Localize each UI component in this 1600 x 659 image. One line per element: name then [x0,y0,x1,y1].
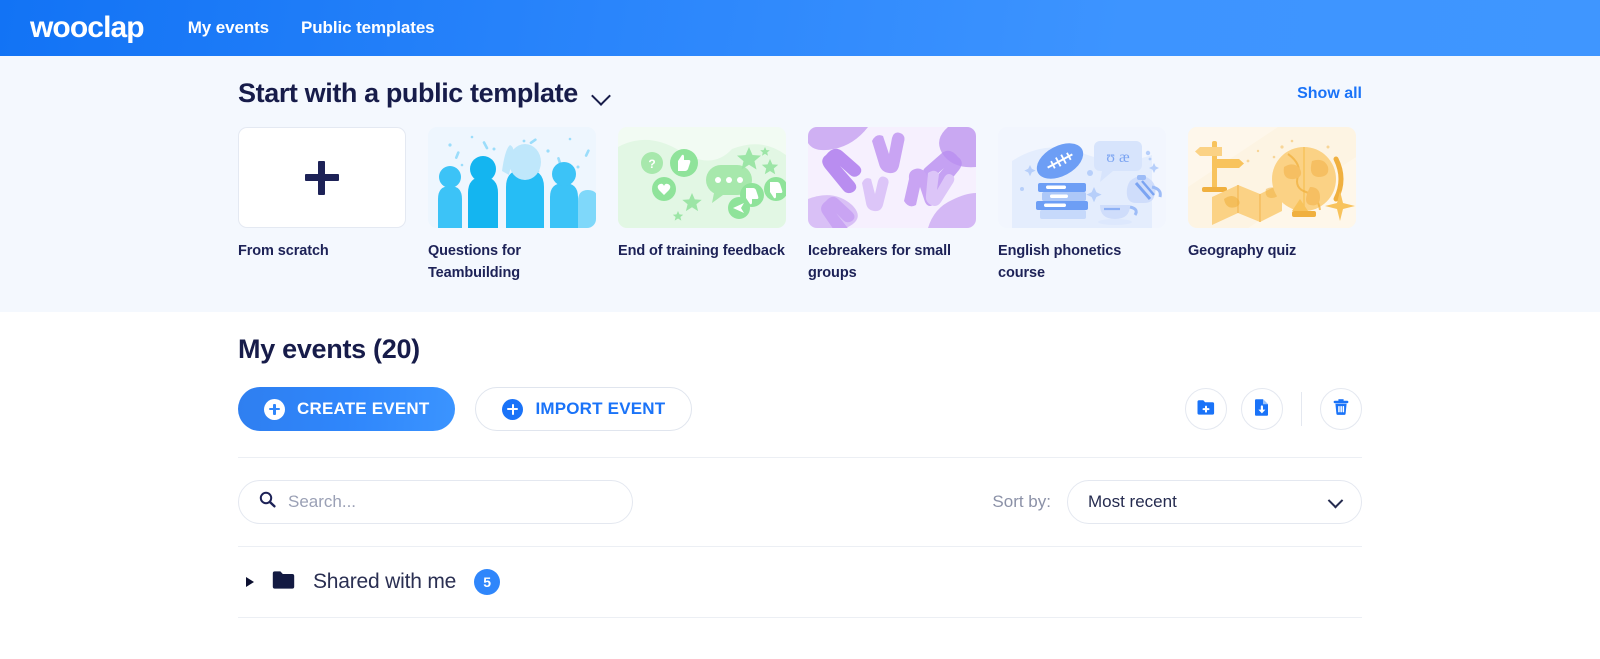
search-field[interactable] [238,480,633,524]
templates-header: Start with a public template Show all [238,78,1362,109]
template-card-grid: From scratch [238,127,1362,285]
folder-count-badge: 5 [474,569,500,595]
nav-item-public-templates[interactable]: Public templates [301,18,435,38]
sort-selected-value: Most recent [1088,492,1177,512]
public-templates-section: Start with a public template Show all Fr… [0,56,1600,312]
template-card-geography-quiz[interactable]: Geography quiz [1188,127,1356,285]
templates-section-title: Start with a public template [238,78,578,109]
filter-row: Sort by: Most recent [238,458,1362,546]
sort-by-label: Sort by: [992,492,1051,512]
sort-select[interactable]: Most recent [1067,480,1362,524]
wooclap-logo[interactable]: wooclap [30,13,144,43]
import-event-button[interactable]: IMPORT EVENT [475,387,692,431]
event-action-toolbar: CREATE EVENT IMPORT EVENT [238,387,1362,431]
search-input[interactable] [288,492,612,512]
template-card-english-phonetics[interactable]: ʊ æ [998,127,1166,285]
raised-hands-illustration[interactable] [808,127,976,228]
template-card-from-scratch[interactable]: From scratch [238,127,406,285]
template-card-label: English phonetics course [998,240,1166,285]
templates-title-group[interactable]: Start with a public template [238,78,612,109]
folder-divider-line [238,617,1362,618]
template-card-training-feedback[interactable]: ? [618,127,786,285]
folder-row-shared-with-me[interactable]: Shared with me 5 [238,547,1362,617]
new-folder-icon [1196,397,1216,422]
new-folder-button[interactable] [1185,388,1227,430]
delete-button[interactable] [1320,388,1362,430]
people-crowd-illustration[interactable] [428,127,596,228]
template-card-icebreakers[interactable]: Icebreakers for small groups [808,127,976,285]
top-navigation-bar: wooclap My events Public templates [0,0,1600,56]
chevron-down-icon[interactable] [592,86,612,106]
plus-icon [305,161,339,195]
plus-circle-icon [264,399,285,420]
svg-text:?: ? [648,157,655,171]
template-card-label: End of training feedback [618,240,786,262]
import-event-label: IMPORT EVENT [535,399,665,419]
template-card-label: Questions for Teambuilding [428,240,596,285]
plus-circle-icon [502,399,523,420]
import-file-icon [1252,397,1272,422]
globe-map-signpost-illustration[interactable] [1188,127,1356,228]
create-event-button[interactable]: CREATE EVENT [238,387,455,431]
search-icon [259,491,276,513]
show-all-link[interactable]: Show all [1297,85,1362,103]
from-scratch-thumbnail[interactable] [238,127,406,228]
chevron-down-icon [1328,493,1344,509]
toolbar-divider [1301,392,1302,426]
template-card-label: From scratch [238,240,406,262]
nav-item-my-events[interactable]: My events [188,18,269,38]
folder-name: Shared with me [313,570,456,594]
books-ball-teapot-illustration[interactable]: ʊ æ [998,127,1166,228]
secondary-action-buttons [1185,388,1362,430]
svg-text:ʊ æ: ʊ æ [1106,149,1130,166]
template-card-teambuilding[interactable]: Questions for Teambuilding [428,127,596,285]
template-card-label: Icebreakers for small groups [808,240,976,285]
template-card-label: Geography quiz [1188,240,1356,262]
import-file-button[interactable] [1241,388,1283,430]
folder-icon [272,570,295,594]
triangle-right-icon[interactable] [246,577,254,587]
sort-control: Sort by: Most recent [992,480,1362,524]
feedback-reactions-illustration[interactable]: ? [618,127,786,228]
create-event-label: CREATE EVENT [297,399,429,419]
trash-icon [1331,397,1351,422]
my-events-section: My events (20) CREATE EVENT IMPORT EVENT [0,312,1600,618]
page-title: My events (20) [238,334,1362,365]
